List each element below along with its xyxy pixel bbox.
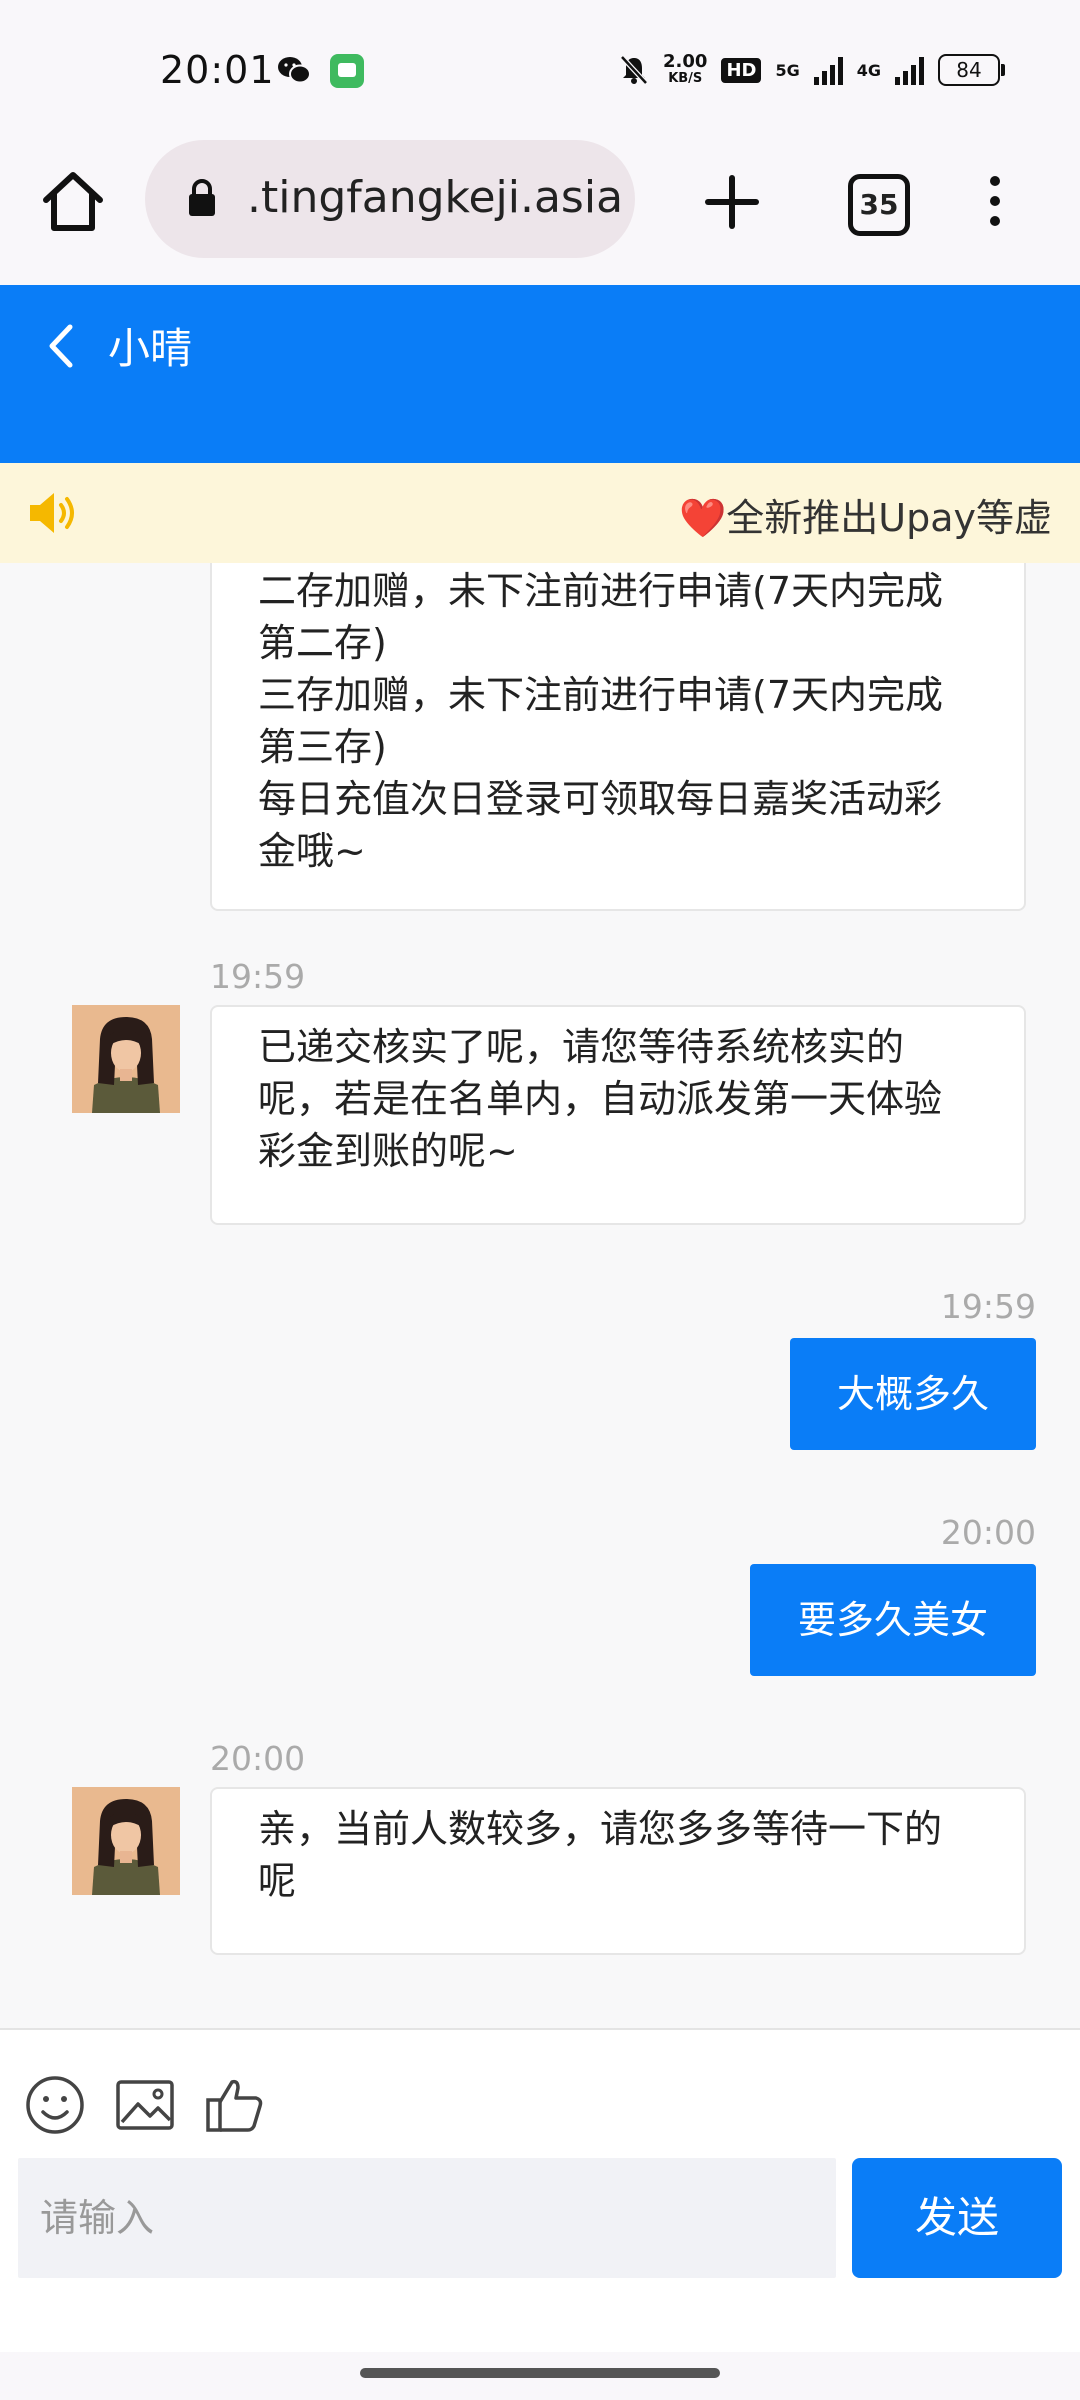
notice-text: ❤️全新推出Upay等虚 <box>678 496 1052 540</box>
image-icon[interactable] <box>114 2074 176 2136</box>
status-bar: 20:01 2.00 KB/S HD 5G 4G 84 <box>0 0 1080 140</box>
url-text[interactable]: .tingfangkeji.asia <box>247 172 623 223</box>
status-indicators: 2.00 KB/S HD 5G 4G 84 <box>619 50 1005 90</box>
browser-toolbar: .tingfangkeji.asia 35 <box>0 140 1080 285</box>
back-icon[interactable] <box>46 321 76 371</box>
speaker-icon <box>30 493 74 533</box>
message-timestamp: 20:00 <box>940 1513 1036 1552</box>
signal-bars-1-icon <box>813 55 843 85</box>
hd-badge: HD <box>721 57 762 83</box>
signal-bars-2-icon <box>895 55 924 85</box>
bell-muted-icon <box>620 55 648 85</box>
new-tab-plus-icon[interactable] <box>700 170 764 234</box>
lock-icon <box>189 179 215 216</box>
network-4g-label: 4G <box>856 60 881 80</box>
home-icon[interactable] <box>38 166 108 236</box>
emoji-icon[interactable] <box>24 2074 86 2136</box>
messages-app-icon <box>330 54 364 88</box>
chat-messages: 二存加赠，未下注前进行申请(7天内完成 第二存) 三存加赠，未下注前进行申请(7… <box>0 563 1080 2028</box>
notice-bar: ❤️全新推出Upay等虚 <box>0 463 1080 563</box>
message-timestamp: 20:00 <box>210 1739 306 1778</box>
agent-avatar <box>72 1005 180 1113</box>
home-indicator[interactable] <box>360 2368 720 2378</box>
tab-switcher-button[interactable]: 35 <box>848 174 910 236</box>
battery-indicator: 84 <box>938 54 1005 86</box>
status-time: 20:01 <box>160 48 275 92</box>
thumbs-up-icon[interactable] <box>204 2074 266 2136</box>
input-area: 发送 <box>0 2028 1080 2354</box>
network-speed-value: 2.00 <box>663 51 708 72</box>
message-input[interactable] <box>18 2158 836 2278</box>
address-bar[interactable]: .tingfangkeji.asia <box>145 140 635 258</box>
message-timestamp: 19:59 <box>940 1287 1036 1326</box>
message-bubble-user: 大概多久 <box>790 1338 1036 1450</box>
network-speed: 2.00 KB/S <box>663 53 707 87</box>
network-5g-label: 5G <box>775 60 800 80</box>
wechat-icon <box>278 57 311 84</box>
agent-avatar <box>72 1787 180 1895</box>
message-timestamp: 19:59 <box>210 957 306 996</box>
message-bubble-agent: 亲，当前人数较多，请您多多等待一下的 呢 <box>210 1787 1026 1955</box>
chat-title: 小晴 <box>108 324 193 373</box>
message-bubble-user: 要多久美女 <box>750 1564 1036 1676</box>
message-bubble-agent: 已递交核实了呢，请您等待系统核实的 呢，若是在名单内，自动派发第一天体验 彩金到… <box>210 1005 1026 1225</box>
message-bubble-agent: 二存加赠，未下注前进行申请(7天内完成 第二存) 三存加赠，未下注前进行申请(7… <box>210 563 1026 911</box>
network-speed-unit: KB/S <box>668 71 703 86</box>
send-button[interactable]: 发送 <box>852 2158 1062 2278</box>
chat-header: 小晴 <box>0 285 1080 463</box>
more-menu-icon[interactable] <box>980 170 1010 234</box>
